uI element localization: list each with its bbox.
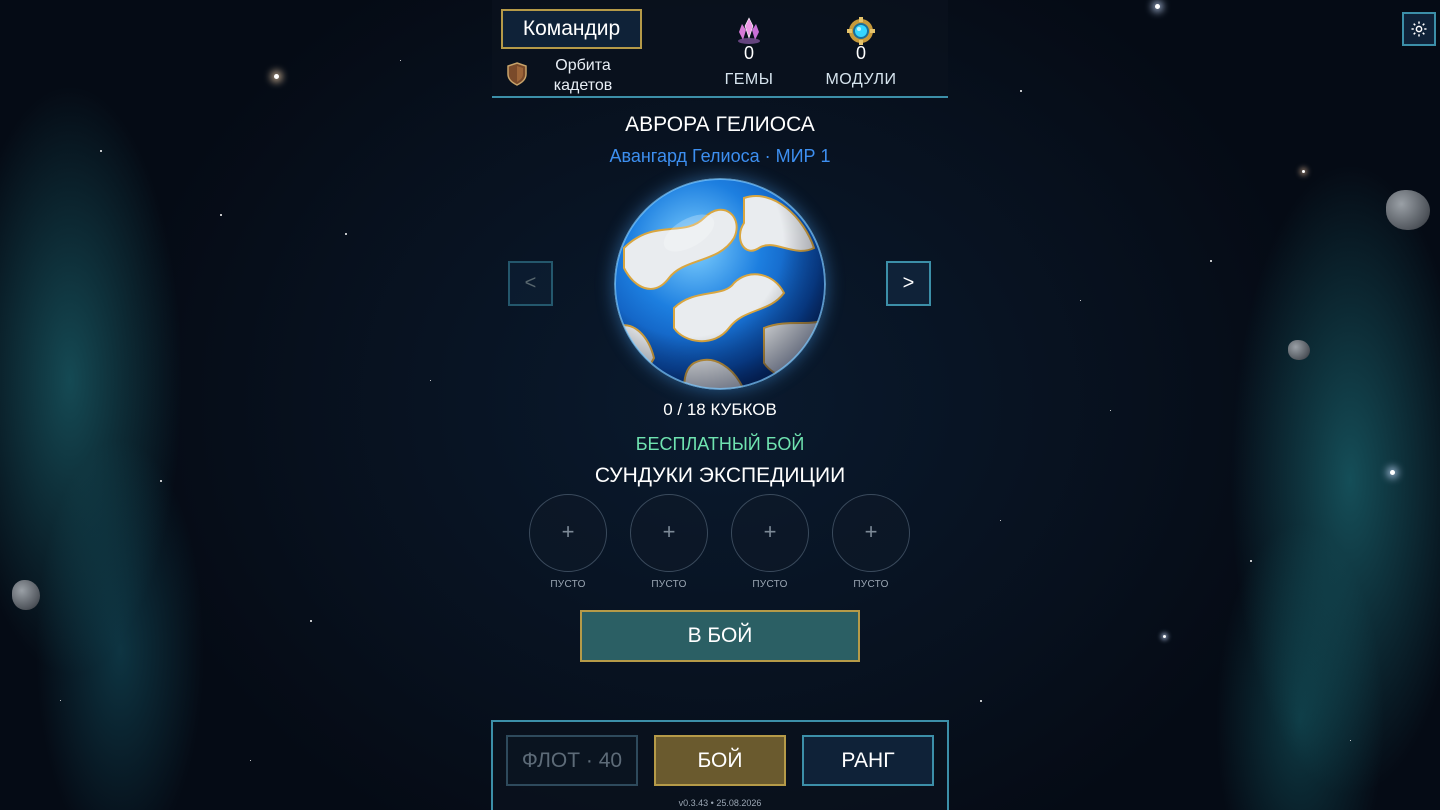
chest-label: ПУСТО (550, 579, 586, 590)
modules-value: 0 (855, 43, 866, 63)
chest-label: ПУСТО (651, 579, 687, 590)
top-header: Командир Орбита кадетов 0 ГЕМЫ 0 МОДУЛИ (492, 0, 948, 98)
modules-label: МОДУЛИ (825, 71, 897, 88)
tab-fleet[interactable]: ФЛОТ · 40 (506, 735, 638, 786)
chests-title: СУНДУКИ ЭКСПЕДИЦИИ (594, 464, 846, 487)
shield-icon (507, 62, 527, 86)
version-label: v0.3.43 • 25.08.2026 (678, 798, 762, 808)
modules-counter: 0 МОДУЛИ (816, 16, 906, 89)
prev-world-button[interactable]: < (508, 261, 553, 306)
chest-add-button[interactable]: + (630, 494, 708, 572)
chest-add-button[interactable]: + (731, 494, 809, 572)
chest-slot-4[interactable]: + ПУСТО (831, 494, 911, 590)
next-world-button[interactable]: > (886, 261, 931, 306)
gems-label: ГЕМЫ (724, 71, 774, 88)
trophies-counter: 0 / 18 КУБКОВ (663, 400, 777, 419)
chest-slot-2[interactable]: + ПУСТО (629, 494, 709, 590)
gear-icon (1411, 21, 1427, 37)
commander-button[interactable]: Командир (501, 9, 642, 49)
chest-add-button[interactable]: + (832, 494, 910, 572)
world-title: АВРОРА ГЕЛИОСА (625, 113, 815, 136)
chest-label: ПУСТО (752, 579, 788, 590)
settings-button[interactable] (1402, 12, 1436, 46)
bottom-nav: ФЛОТ · 40 БОЙ РАНГ v0.3.43 • 25.08.2026 (491, 720, 949, 810)
gems-value: 0 (743, 43, 754, 63)
free-battle-label: БЕСПЛАТНЫЙ БОЙ (635, 434, 805, 454)
tab-rank[interactable]: РАНГ (802, 735, 934, 786)
start-battle-button[interactable]: В БОЙ (580, 610, 860, 662)
gem-crystal-icon (738, 17, 760, 44)
gems-counter: 0 ГЕМЫ (704, 16, 794, 89)
chest-slot-3[interactable]: + ПУСТО (730, 494, 810, 590)
tab-battle[interactable]: БОЙ (654, 735, 786, 786)
world-subtitle: Авангард Гелиоса · МИР 1 (609, 146, 831, 166)
module-gear-icon (847, 17, 875, 45)
planet-image[interactable] (614, 178, 826, 390)
rank-name: Орбита кадетов (553, 57, 613, 94)
chest-slot-1[interactable]: + ПУСТО (528, 494, 608, 590)
chest-add-button[interactable]: + (529, 494, 607, 572)
chest-label: ПУСТО (853, 579, 889, 590)
